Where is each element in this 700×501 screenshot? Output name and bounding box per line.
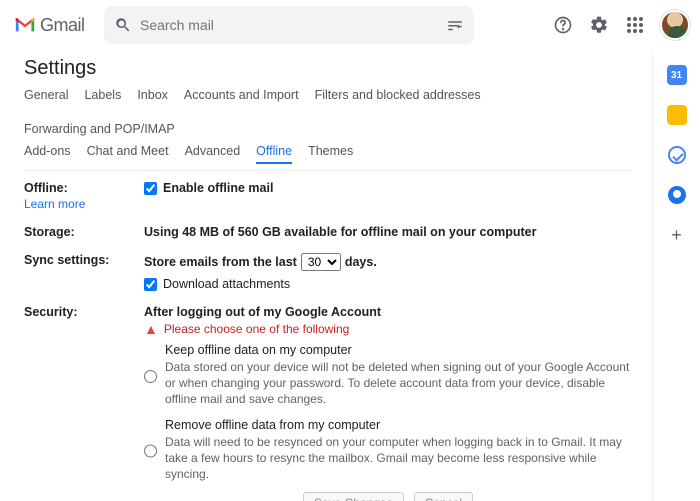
tasks-icon[interactable] [667, 145, 687, 165]
search-bar[interactable] [104, 6, 474, 44]
download-attachments-wrap[interactable]: Download attachments [144, 277, 632, 291]
search-icon [114, 16, 132, 34]
tab-advanced[interactable]: Advanced [185, 144, 241, 164]
download-attachments-checkbox[interactable] [144, 278, 157, 291]
tab-addons[interactable]: Add-ons [24, 144, 71, 164]
download-attachments-label: Download attachments [163, 277, 290, 291]
storage-label: Storage: [24, 225, 144, 239]
help-icon[interactable] [552, 14, 574, 36]
side-panel: 31 + [652, 51, 700, 501]
sync-label: Sync settings: [24, 253, 144, 291]
settings-tabs-row2: Add-ons Chat and Meet Advanced Offline T… [24, 144, 632, 171]
settings-main: Settings General Labels Inbox Accounts a… [0, 51, 652, 501]
header-actions [552, 10, 690, 40]
security-warning: ▲ Please choose one of the following [144, 321, 632, 337]
enable-offline-checkbox[interactable] [144, 182, 157, 195]
keep-icon[interactable] [667, 105, 687, 125]
learn-more-link[interactable]: Learn more [24, 197, 144, 211]
tab-inbox[interactable]: Inbox [137, 88, 168, 106]
tab-filters[interactable]: Filters and blocked addresses [315, 88, 481, 106]
security-warning-text: Please choose one of the following [164, 322, 349, 336]
keep-data-radio[interactable] [144, 345, 157, 408]
security-option-keep[interactable]: Keep offline data on my computer Data st… [144, 343, 632, 408]
tab-general[interactable]: General [24, 88, 68, 106]
tab-offline[interactable]: Offline [256, 144, 292, 164]
tab-themes[interactable]: Themes [308, 144, 353, 164]
account-avatar[interactable] [660, 10, 690, 40]
tab-chat[interactable]: Chat and Meet [87, 144, 169, 164]
gmail-icon [14, 16, 36, 34]
add-addon-icon[interactable]: + [667, 225, 687, 245]
search-input[interactable] [140, 17, 446, 33]
content-area: Settings General Labels Inbox Accounts a… [0, 51, 700, 501]
sync-prefix: Store emails from the last [144, 255, 297, 269]
app-name: Gmail [40, 15, 85, 36]
warning-icon: ▲ [144, 321, 158, 337]
enable-offline-checkbox-wrap[interactable]: Enable offline mail [144, 181, 632, 195]
offline-label: Offline: Learn more [24, 181, 144, 211]
tab-accounts[interactable]: Accounts and Import [184, 88, 299, 106]
apps-icon[interactable] [624, 14, 646, 36]
sync-section: Sync settings: Store emails from the las… [24, 253, 632, 291]
tab-labels[interactable]: Labels [84, 88, 121, 106]
sync-days-line: Store emails from the last 30 days. [144, 253, 632, 271]
storage-section: Storage: Using 48 MB of 560 GB available… [24, 225, 632, 239]
remove-data-radio[interactable] [144, 420, 157, 483]
storage-text: Using 48 MB of 560 GB available for offl… [144, 225, 632, 239]
security-section: Security: After logging out of my Google… [24, 305, 632, 501]
security-heading: After logging out of my Google Account [144, 305, 632, 319]
remove-data-desc: Data will need to be resynced on your co… [165, 434, 632, 483]
page-title: Settings [24, 57, 632, 80]
settings-icon[interactable] [588, 14, 610, 36]
enable-offline-label: Enable offline mail [163, 181, 273, 195]
contacts-icon[interactable] [667, 185, 687, 205]
offline-label-text: Offline: [24, 181, 68, 195]
app-header: Gmail [0, 0, 700, 51]
gmail-logo[interactable]: Gmail [14, 15, 94, 36]
keep-data-label: Keep offline data on my computer [165, 343, 632, 357]
keep-data-desc: Data stored on your device will not be d… [165, 359, 632, 408]
offline-section: Offline: Learn more Enable offline mail [24, 181, 632, 211]
security-label: Security: [24, 305, 144, 501]
security-option-remove[interactable]: Remove offline data from my computer Dat… [144, 418, 632, 483]
search-options-icon[interactable] [446, 16, 464, 34]
tab-forwarding[interactable]: Forwarding and POP/IMAP [24, 122, 175, 140]
sync-days-select[interactable]: 30 [301, 253, 341, 271]
settings-tabs-row1: General Labels Inbox Accounts and Import… [24, 88, 632, 140]
calendar-icon[interactable]: 31 [667, 65, 687, 85]
remove-data-label: Remove offline data from my computer [165, 418, 632, 432]
sync-suffix: days. [345, 255, 377, 269]
